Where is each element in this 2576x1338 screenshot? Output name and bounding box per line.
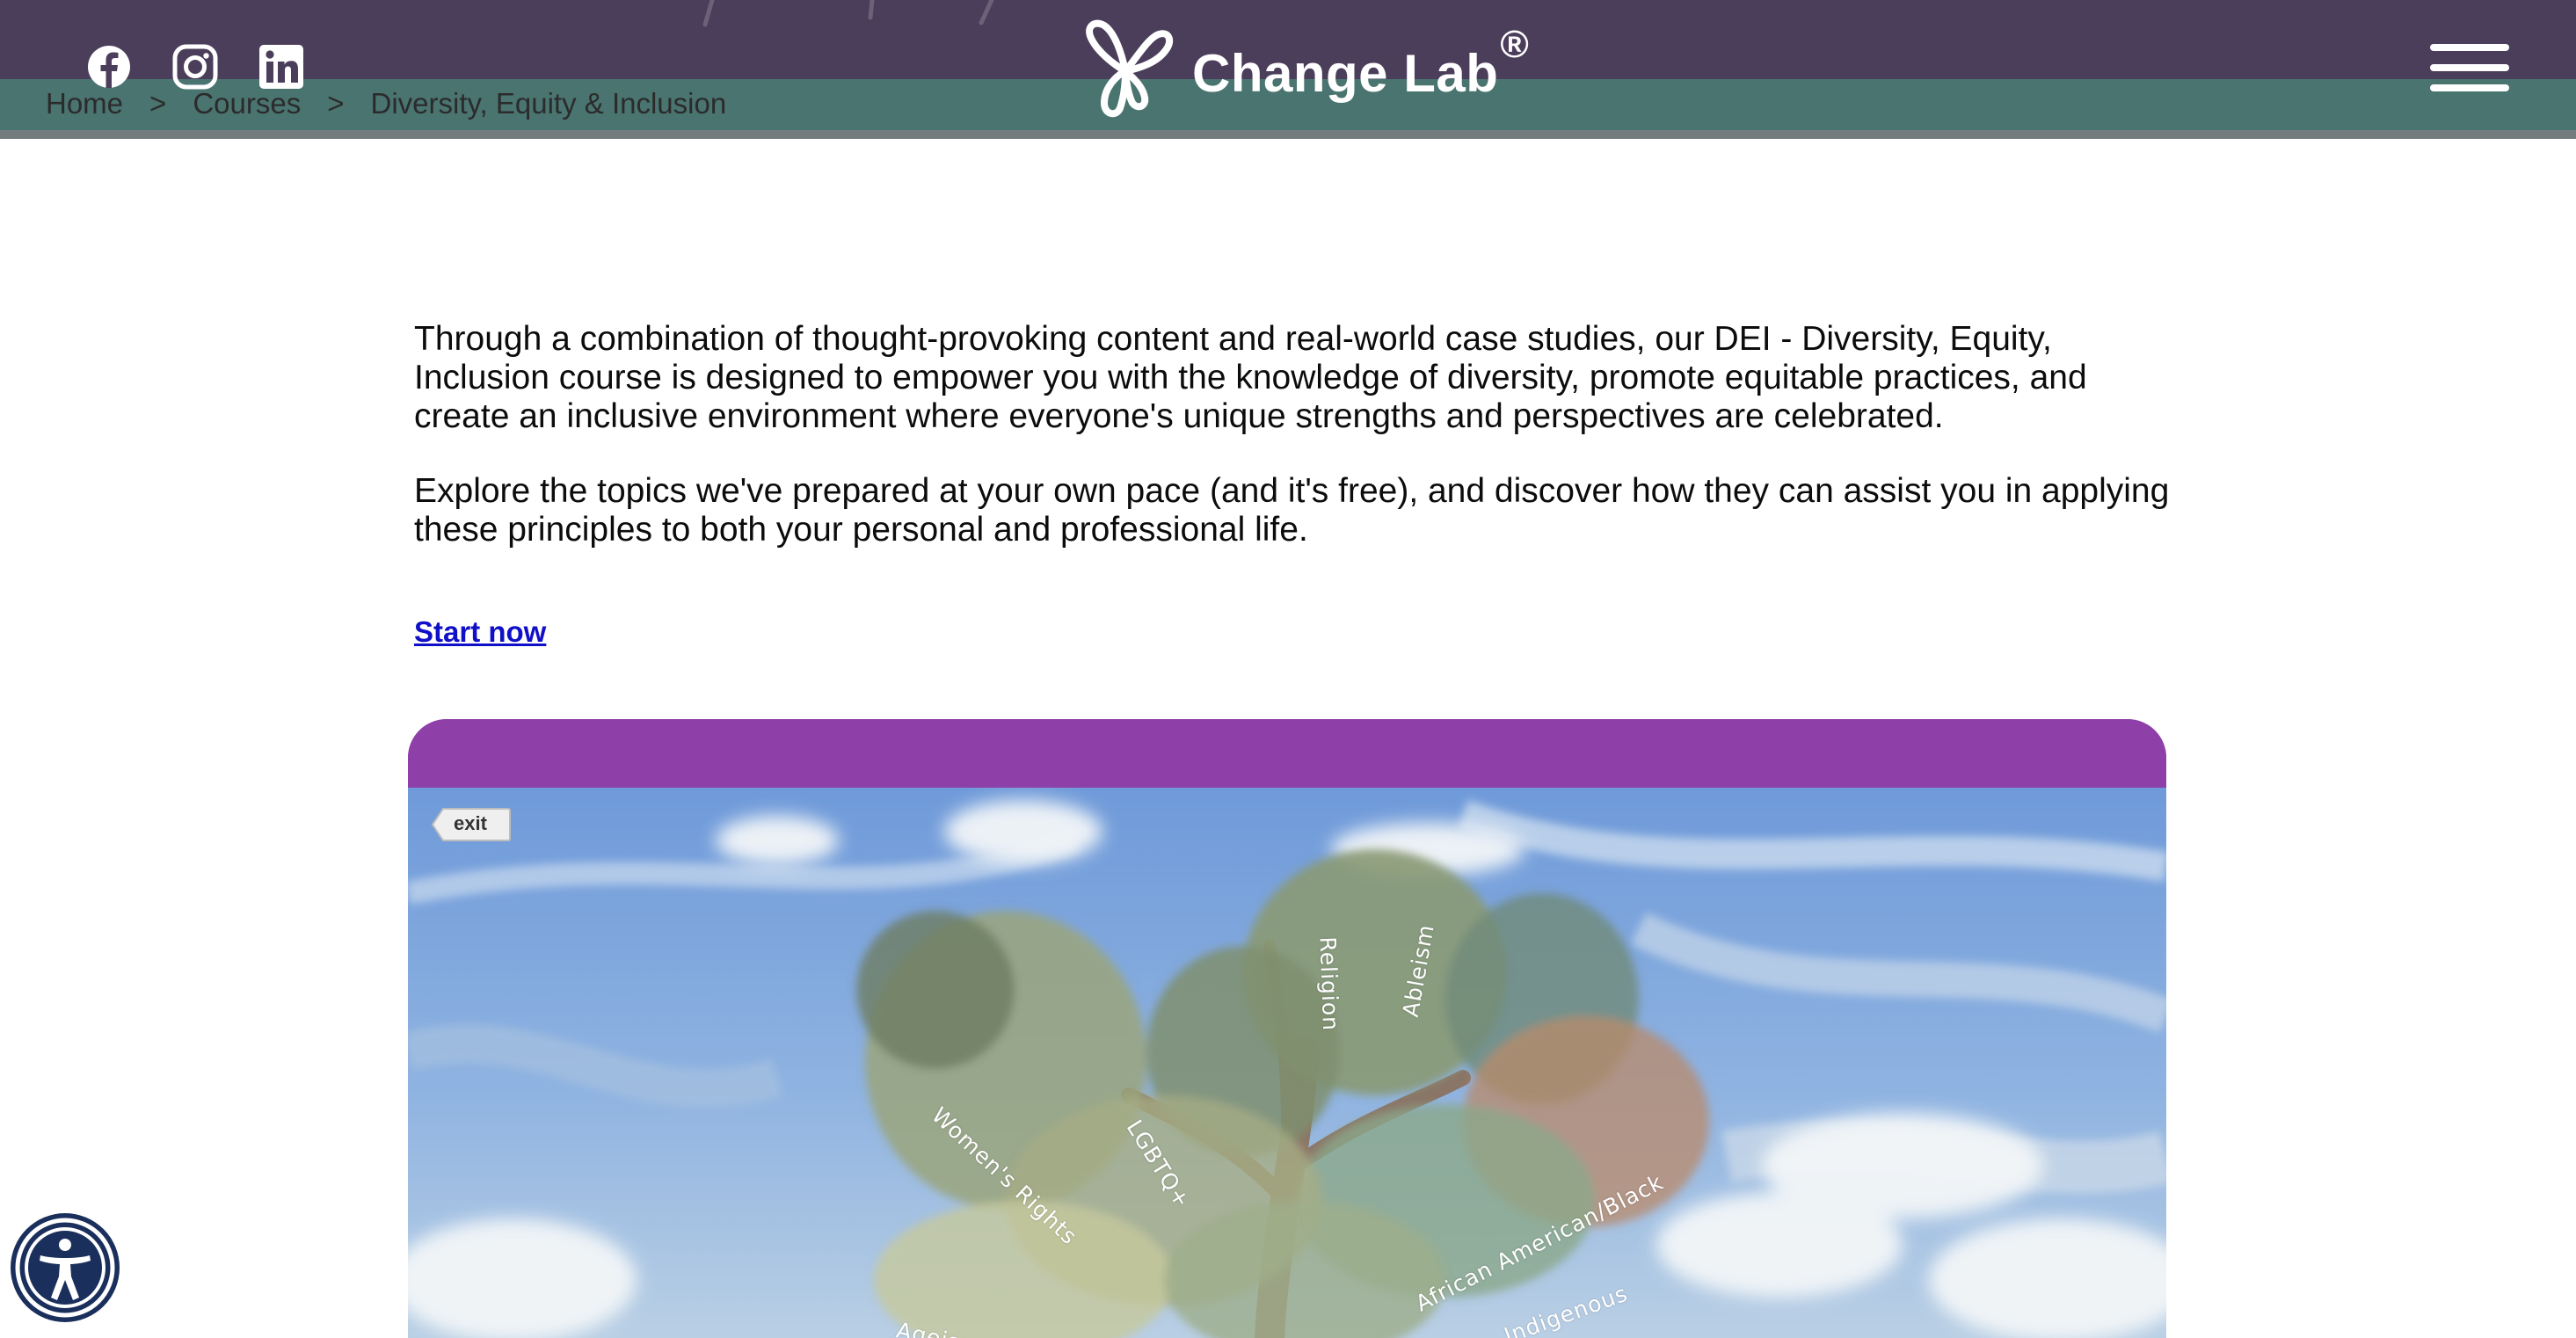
breadcrumb-current: Diversity, Equity & Inclusion xyxy=(370,87,727,120)
intro-paragraph: Through a combination of thought-provoki… xyxy=(414,320,2087,435)
menu-line xyxy=(2430,44,2509,51)
brand-logo[interactable]: Change Lab ® xyxy=(1080,18,1529,121)
breadcrumb-separator: > xyxy=(149,87,167,120)
tree-label-religion[interactable]: Religion xyxy=(1315,936,1344,1031)
breadcrumb-courses[interactable]: Courses xyxy=(193,87,301,120)
registered-mark: ® xyxy=(1500,23,1529,66)
exit-button[interactable]: exit xyxy=(431,807,512,842)
header-decoration xyxy=(702,0,994,27)
accessibility-widget-button[interactable] xyxy=(11,1213,120,1322)
intro-paragraph: Explore the topics we've prepared at you… xyxy=(414,472,2170,549)
butterfly-logo-icon xyxy=(1086,19,1174,118)
diversity-tree-illustration[interactable] xyxy=(408,788,2166,1338)
hamburger-menu-icon[interactable] xyxy=(2430,40,2509,95)
breadcrumb-home[interactable]: Home xyxy=(46,87,123,120)
brand-name: Change Lab xyxy=(1192,43,1499,103)
site-header: Change Lab ® Home > Courses > Diversity,… xyxy=(0,0,2576,139)
menu-line xyxy=(2430,64,2509,71)
breadcrumb-separator: > xyxy=(327,87,345,120)
course-player: Religion Ableism Women's Rights LGBTQ+ A… xyxy=(408,719,2166,1338)
course-intro: Through a combination of thought-provoki… xyxy=(414,320,2172,585)
menu-line xyxy=(2430,84,2509,91)
accessibility-icon xyxy=(15,1218,115,1318)
course-player-top-bar xyxy=(408,719,2166,788)
exit-label: exit xyxy=(454,812,487,834)
header-divider xyxy=(0,130,2576,139)
breadcrumb: Home > Courses > Diversity, Equity & Inc… xyxy=(46,84,726,123)
start-now-link[interactable]: Start now xyxy=(414,615,546,649)
